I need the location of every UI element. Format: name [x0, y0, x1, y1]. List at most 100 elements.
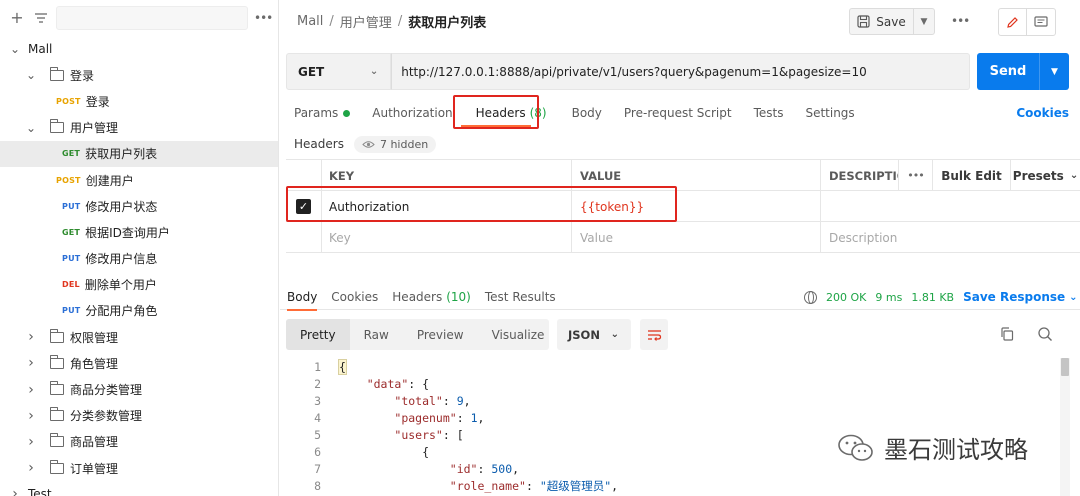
chevron-down-icon[interactable]: ▼ [1039, 53, 1069, 90]
folder-icon [49, 119, 64, 134]
sidebar: + ••• ⌄ Mall ⌄ 登录 POST 登录 ⌄ 用户管理 GET 获取用户列表 POST 创建… [0, 0, 279, 496]
value-input[interactable]: Value [572, 222, 821, 253]
tab-response-body[interactable]: Body [280, 284, 324, 311]
view-preview-button[interactable]: Preview [403, 319, 478, 350]
sidebar-request-item[interactable]: PUT 修改用户信息 [0, 246, 278, 272]
column-label: KEY [329, 168, 355, 183]
chevron-right-icon[interactable]: › [24, 382, 38, 398]
tab-authorization[interactable]: Authorization [361, 98, 463, 128]
mode-toggle [998, 8, 1056, 36]
globe-icon[interactable] [804, 290, 817, 304]
sidebar-folder-item[interactable]: › 商品分类管理 [0, 376, 278, 402]
table-more-icon[interactable]: ••• [898, 160, 932, 191]
format-select[interactable]: JSON ⌄ [557, 319, 631, 350]
chevron-right-icon[interactable]: › [24, 460, 38, 476]
sidebar-request-item[interactable]: POST 登录 [0, 88, 278, 114]
tab-label: Headers [392, 289, 443, 304]
line-number: 6 [314, 444, 321, 459]
sidebar-folder-item[interactable]: › 角色管理 [0, 350, 278, 376]
sidebar-folder-item[interactable]: ⌄ 用户管理 [0, 115, 278, 141]
sidebar-request-item[interactable]: PUT 修改用户状态 [0, 193, 278, 219]
more-icon[interactable]: ••• [951, 14, 970, 28]
breadcrumb-folder[interactable]: 用户管理 [340, 12, 392, 31]
tab-settings[interactable]: Settings [794, 98, 865, 128]
presets-button[interactable]: Presets ⌄ [1010, 160, 1080, 191]
sidebar-collection-item[interactable]: › Test [0, 481, 278, 496]
page-title[interactable]: 获取用户列表 [408, 12, 486, 31]
response-scrollbar[interactable] [1060, 358, 1070, 496]
chevron-down-icon[interactable]: ⌄ [8, 42, 22, 56]
description-input[interactable]: Description [821, 222, 1080, 253]
params-indicator-dot [343, 109, 351, 117]
scroll-thumb[interactable] [1061, 358, 1069, 376]
chevron-right-icon[interactable]: › [24, 329, 38, 345]
method-badge: GET [62, 227, 81, 237]
tab-pre-request-script[interactable]: Pre-request Script [613, 98, 743, 128]
tab-test-results[interactable]: Test Results [478, 284, 563, 310]
chevron-down-icon[interactable]: ⌄ [24, 68, 38, 82]
sidebar-item-label: 修改用户信息 [85, 252, 158, 267]
tab-tests[interactable]: Tests [743, 98, 795, 128]
plus-icon[interactable]: + [8, 9, 26, 27]
comment-icon[interactable] [1027, 9, 1055, 35]
sidebar-item-label: 获取用户列表 [85, 147, 158, 162]
edit-pencil-icon[interactable] [999, 9, 1027, 35]
sidebar-folder-item[interactable]: ⌄ 登录 [0, 62, 278, 88]
watermark: 墨石测试攻略 [836, 430, 1028, 465]
response-size[interactable]: 1.81 KB [911, 291, 954, 304]
save-label: Save [876, 14, 906, 29]
chevron-down-icon[interactable]: ▼ [913, 8, 935, 35]
chevron-right-icon[interactable]: › [8, 486, 22, 496]
tab-response-cookies[interactable]: Cookies [324, 284, 385, 310]
url-input[interactable]: http://127.0.0.1:8888/api/private/v1/use… [391, 53, 970, 90]
tab-response-headers[interactable]: Headers (10) [385, 284, 478, 310]
method-badge: GET [62, 149, 81, 159]
sidebar-request-item[interactable]: GET 获取用户列表 [0, 140, 278, 167]
save-icon [857, 15, 870, 28]
headers-title: Headers [294, 137, 344, 151]
sidebar-folder-item[interactable]: › 订单管理 [0, 455, 278, 481]
sidebar-collection-item[interactable]: ⌄ Mall [0, 36, 278, 62]
view-raw-button[interactable]: Raw [350, 319, 403, 350]
search-icon[interactable] [1037, 326, 1053, 342]
view-visualize-button[interactable]: Visualize [478, 319, 559, 350]
sidebar-request-item[interactable]: POST 创建用户 [0, 167, 278, 193]
sidebar-item-label: 订单管理 [70, 461, 119, 476]
response-time[interactable]: 9 ms [875, 291, 902, 304]
chevron-right-icon[interactable]: › [24, 408, 38, 424]
method-badge: PUT [62, 201, 81, 211]
row-description-cell[interactable] [821, 191, 1080, 222]
sidebar-more-icon[interactable]: ••• [254, 11, 273, 25]
sidebar-folder-item[interactable]: › 权限管理 [0, 324, 278, 350]
send-button[interactable]: Send [977, 53, 1039, 90]
wrap-lines-icon[interactable] [640, 319, 668, 350]
eye-icon [362, 140, 375, 148]
wechat-icon [838, 434, 873, 461]
filter-icon[interactable] [32, 9, 50, 27]
response-headers-count: (10) [446, 289, 471, 304]
folder-icon [49, 433, 64, 448]
sidebar-request-item[interactable]: GET 根据ID查询用户 [0, 219, 278, 245]
response-body-code[interactable]: 1{2 "data": {3 "total": 9,4 "pagenum": 1… [286, 358, 1058, 496]
sidebar-folder-item[interactable]: › 商品管理 [0, 429, 278, 455]
tab-body[interactable]: Body [558, 98, 613, 128]
chevron-right-icon[interactable]: › [24, 355, 38, 371]
bulk-edit-button[interactable]: Bulk Edit [932, 160, 1010, 191]
sidebar-request-item[interactable]: PUT 分配用户角色 [0, 298, 278, 324]
sidebar-folder-item[interactable]: › 分类参数管理 [0, 403, 278, 429]
copy-icon[interactable] [999, 326, 1015, 342]
breadcrumb-root[interactable]: Mall [297, 14, 323, 29]
view-pretty-button[interactable]: Pretty [286, 319, 350, 350]
key-input[interactable]: Key [322, 222, 572, 253]
save-button[interactable]: Save [849, 8, 913, 35]
chevron-right-icon[interactable]: › [24, 434, 38, 450]
status-code[interactable]: 200 OK [826, 291, 866, 304]
sidebar-request-item[interactable]: DEL 删除单个用户 [0, 272, 278, 298]
save-response-button[interactable]: Save Response ⌄ [963, 290, 1077, 304]
chevron-down-icon[interactable]: ⌄ [24, 121, 38, 135]
tab-params[interactable]: Params [280, 98, 361, 128]
sidebar-filter-input[interactable] [56, 6, 248, 30]
cookies-link[interactable]: Cookies [1016, 106, 1069, 120]
hidden-headers-toggle[interactable]: 7 hidden [353, 135, 437, 153]
method-select[interactable]: GET ⌄ [286, 53, 392, 90]
